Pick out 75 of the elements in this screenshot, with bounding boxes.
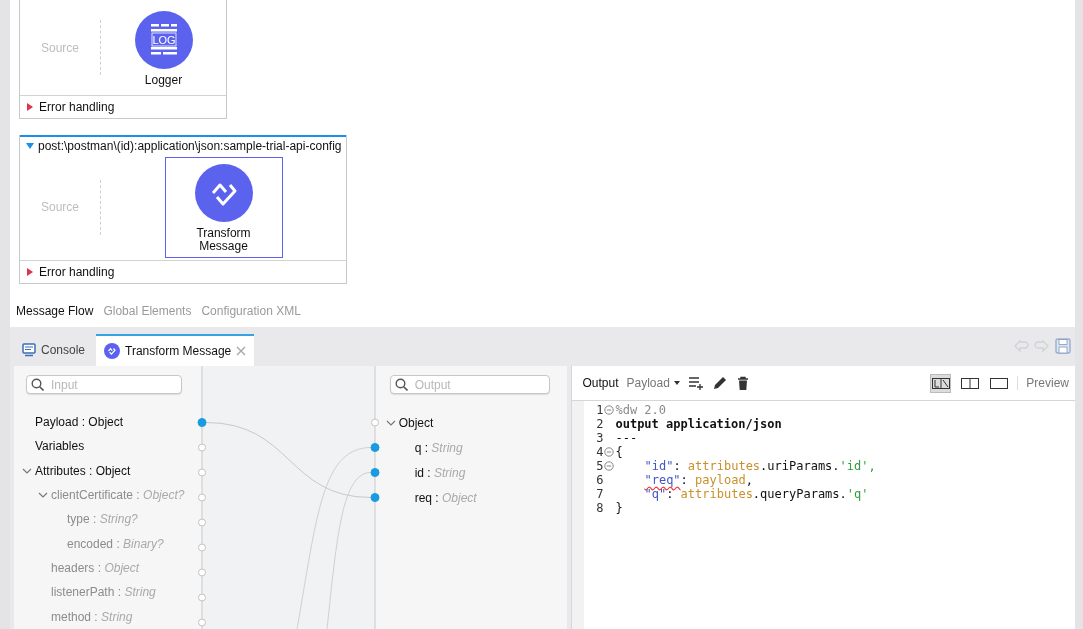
line-number: 8 — [595, 501, 604, 515]
code-line: output application/json — [615, 417, 782, 431]
single-view-icon — [989, 377, 1008, 389]
view-mode-button[interactable] — [930, 373, 952, 393]
preview-button[interactable]: Preview — [1017, 376, 1075, 390]
search-field[interactable]: Output — [389, 375, 550, 394]
connector-dot[interactable] — [370, 493, 380, 502]
connector-dot[interactable] — [197, 568, 206, 577]
fold-icon[interactable] — [604, 405, 615, 415]
tree-item[interactable]: q : String — [414, 440, 463, 455]
add-line-icon[interactable] — [687, 375, 704, 391]
canvas-tab[interactable]: Message Flow — [16, 304, 94, 318]
logger-icon: LOG — [134, 10, 193, 69]
transform-icon — [194, 163, 253, 222]
code-line: "q": attributes.queryParams.'q' — [643, 487, 869, 501]
connector-dot[interactable] — [197, 468, 206, 477]
tree-item[interactable]: req : Object — [414, 490, 477, 505]
connector-dot[interactable] — [197, 543, 206, 552]
line-number: 4 — [595, 445, 604, 459]
tree-item[interactable]: Attributes : Object — [35, 463, 131, 478]
code-line: } — [615, 501, 623, 515]
collapse-triangle-icon[interactable] — [26, 103, 34, 111]
connector-dot[interactable] — [197, 618, 206, 627]
line-number: 7 — [595, 487, 604, 501]
connector-dot[interactable] — [197, 593, 206, 602]
line-number: 6 — [595, 473, 604, 487]
fold-icon[interactable] — [604, 461, 615, 471]
view-tab[interactable]: Transform Message — [96, 334, 255, 366]
tree-item[interactable]: Object — [398, 415, 434, 430]
processor-label: Logger — [143, 73, 184, 87]
code-line: "id": attributes.uriParams.'id', — [643, 459, 876, 473]
processor-node[interactable]: Transform Message — [164, 156, 283, 258]
monitor-icon — [22, 343, 36, 357]
code-line: %dw 2.0 — [615, 403, 667, 417]
caret-icon — [673, 381, 680, 385]
connector-dot[interactable] — [370, 418, 379, 427]
transform-icon — [104, 343, 121, 359]
processor-node[interactable]: LOG Logger — [104, 3, 223, 92]
search-icon — [31, 378, 44, 391]
fold-icon[interactable] — [604, 447, 615, 457]
code-line: { — [615, 445, 623, 459]
line-number: 2 — [595, 417, 604, 431]
source-label: Source — [40, 40, 80, 55]
save-icon[interactable] — [1055, 338, 1071, 354]
tree-item[interactable]: Variables — [35, 439, 85, 454]
connector-dot[interactable] — [197, 493, 206, 502]
connector-dot[interactable] — [370, 468, 380, 477]
trash-icon[interactable] — [735, 375, 750, 391]
error-handling-row[interactable]: Error handling — [20, 260, 346, 283]
line-number: 3 — [595, 431, 604, 445]
close-icon[interactable] — [236, 346, 247, 356]
flow-title: post:\postman\(id):application\json:sample-trial-api-config — [38, 138, 342, 153]
connector-dot[interactable] — [197, 518, 206, 527]
search-icon — [394, 378, 408, 391]
search-field[interactable]: Input — [26, 375, 182, 394]
error-handling-row[interactable]: Error handling — [20, 95, 226, 118]
collapse-triangle-icon[interactable] — [26, 268, 34, 276]
connector-dot[interactable] — [197, 418, 207, 427]
code-line: --- — [615, 431, 638, 445]
source-label: Source — [40, 200, 80, 214]
processor-label: Transform Message — [195, 226, 252, 253]
connector-dot[interactable] — [370, 443, 380, 452]
line-number: 1 — [595, 403, 604, 417]
code-line: "req": payload, — [643, 473, 753, 487]
connector-dot[interactable] — [197, 443, 206, 452]
view-tab[interactable]: Console — [14, 334, 94, 366]
tree-item[interactable]: id : String — [414, 465, 466, 480]
output-label: Output — [582, 376, 619, 390]
target-dropdown[interactable]: Payload — [626, 376, 680, 390]
diagram-split-icon — [931, 377, 950, 389]
pencil-icon[interactable] — [711, 375, 728, 391]
expand-triangle-icon[interactable] — [26, 141, 34, 150]
split-view-icon — [960, 377, 979, 389]
tree-item[interactable]: Payload : Object — [35, 415, 124, 430]
line-number: 5 — [595, 459, 604, 473]
